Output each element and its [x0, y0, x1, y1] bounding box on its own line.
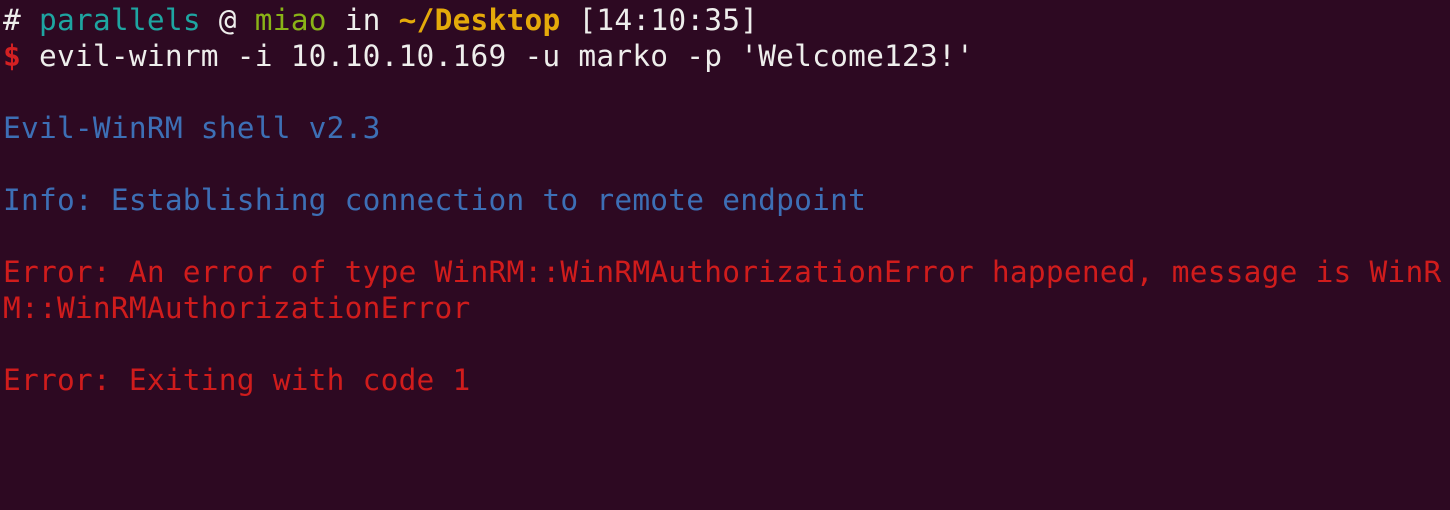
prompt-time: [14:10:35] — [578, 3, 759, 37]
banner-line: Evil-WinRM shell v2.3 — [3, 111, 381, 145]
prompt-path: ~/Desktop — [398, 3, 561, 37]
prompt-line: # parallels @ miao in ~/Desktop [14:10:3… — [3, 2, 758, 38]
terminal-window[interactable]: # parallels @ miao in ~/Desktop [14:10:3… — [0, 0, 1450, 464]
prompt-in: in — [344, 3, 381, 37]
prompt-host: miao — [254, 3, 327, 37]
prompt-user: parallels — [38, 3, 201, 37]
command-text: evil-winrm -i 10.10.10.169 -u marko -p '… — [38, 39, 974, 73]
command-line: $ evil-winrm -i 10.10.10.169 -u marko -p… — [3, 38, 974, 74]
error-line-2: M::WinRMAuthorizationError — [3, 291, 471, 325]
error-line-1: Error: An error of type WinRM::WinRMAuth… — [3, 255, 1442, 289]
exit-line: Error: Exiting with code 1 — [3, 363, 471, 397]
prompt-hash: # — [3, 3, 21, 37]
prompt-at: @ — [218, 3, 237, 37]
prompt-dollar: $ — [3, 39, 21, 73]
info-line: Info: Establishing connection to remote … — [3, 183, 867, 217]
